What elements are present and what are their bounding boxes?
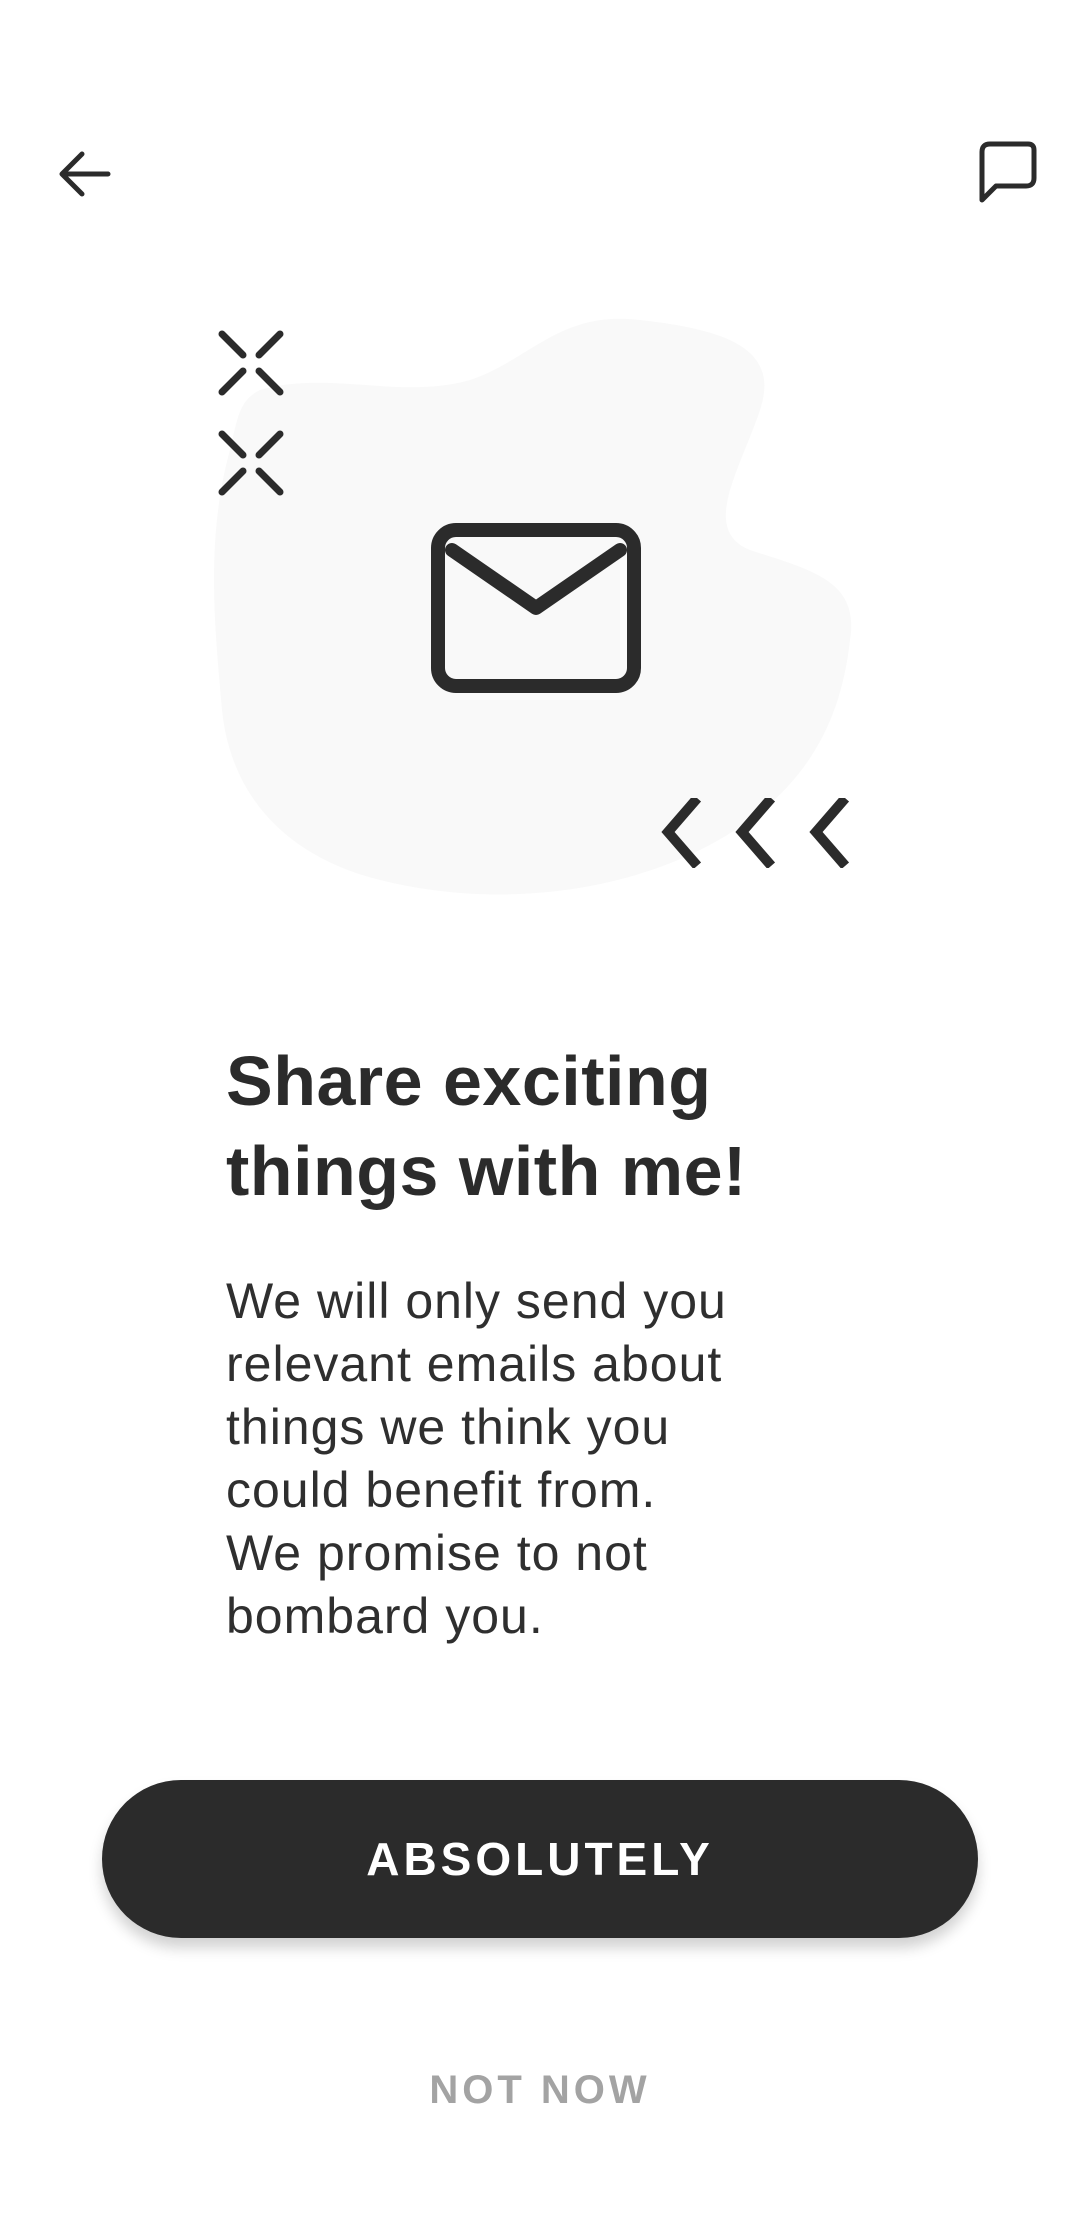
body-line: things we think you <box>226 1399 671 1455</box>
arrow-left-icon <box>59 151 111 197</box>
body-text: We will only send you relevant emails ab… <box>226 1270 886 1648</box>
body-line: could benefit from. <box>226 1462 657 1518</box>
chevrons-decoration <box>661 798 850 868</box>
headline-line-1: Share exciting <box>226 1042 712 1120</box>
headline: Share exciting things with me! <box>226 1036 986 1216</box>
body-line: bombard you. <box>226 1588 544 1644</box>
body-line: relevant emails about <box>226 1336 723 1392</box>
x-mark-icon <box>218 330 284 396</box>
body-line: We promise to not <box>226 1525 648 1581</box>
top-bar <box>0 110 1080 230</box>
chevron-left-icon <box>809 798 850 868</box>
body-line: We will only send you <box>226 1273 727 1329</box>
email-illustration <box>0 310 1080 930</box>
chevron-left-icon <box>661 798 702 868</box>
not-now-button[interactable]: NOT NOW <box>340 2050 740 2130</box>
envelope-icon <box>431 523 641 693</box>
absolutely-button[interactable]: ABSOLUTELY <box>102 1780 978 1938</box>
chat-button[interactable] <box>962 128 1050 216</box>
chevron-left-icon <box>735 798 776 868</box>
headline-line-2: things with me! <box>226 1132 747 1210</box>
chat-bubble-icon <box>979 141 1037 203</box>
x-mark-icon <box>218 430 284 496</box>
back-button[interactable] <box>40 130 128 218</box>
